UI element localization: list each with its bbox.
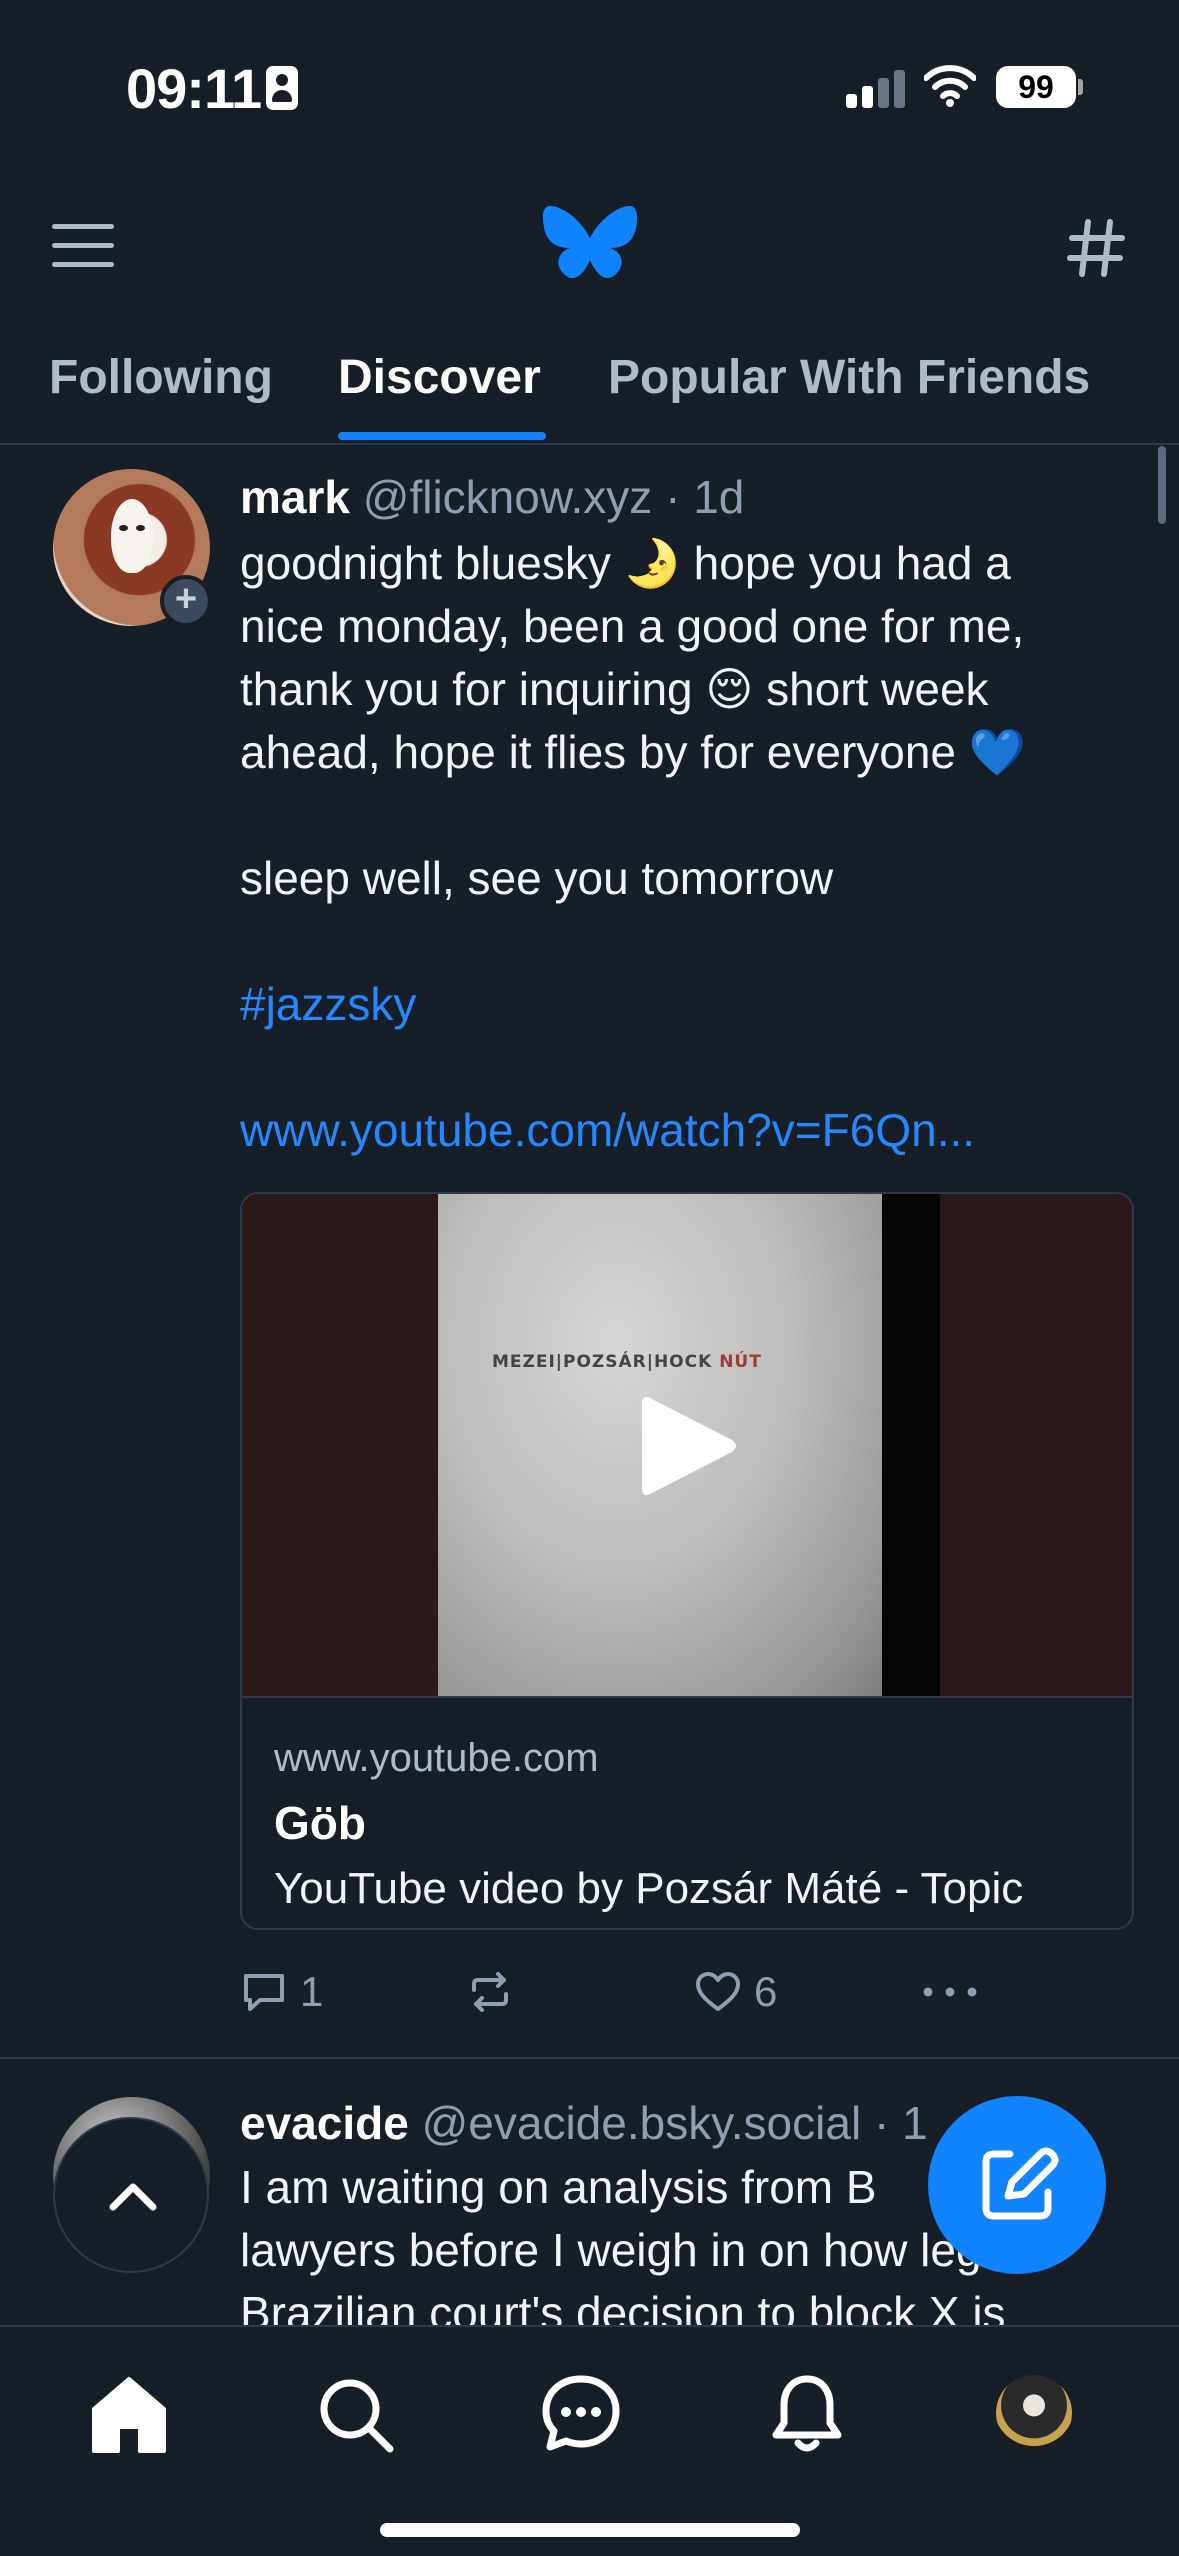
tab-following[interactable]: Following: [49, 350, 273, 405]
comment-icon: [244, 1974, 284, 2011]
home-icon[interactable]: [84, 2369, 174, 2459]
album-cover-stripe: [882, 1194, 940, 1696]
like-count: 6: [754, 1968, 778, 2015]
contact-card-icon: [266, 66, 298, 110]
album-cover-text: MEZEI|POZSÁR|HOCK NÚT: [492, 1352, 762, 1372]
post-header: evacide @evacide.bsky.social · 1: [240, 2096, 928, 2150]
post-actions: 1 6: [240, 1962, 1120, 2022]
bottom-navigation: [0, 2325, 1179, 2556]
scroll-to-top-button[interactable]: [53, 2117, 209, 2273]
tab-discover[interactable]: Discover: [338, 350, 541, 405]
embed-details: www.youtube.com Göb YouTube video by Poz…: [242, 1696, 1132, 1928]
url-link[interactable]: www.youtube.com/watch?v=F6Qn...: [240, 1099, 1120, 1162]
album-title: NÚT: [719, 1352, 762, 1372]
chat-icon[interactable]: [536, 2369, 626, 2459]
post-handle[interactable]: @evacide.bsky.social: [422, 2097, 862, 2149]
butterfly-logo[interactable]: [542, 204, 638, 286]
link-embed-card[interactable]: MEZEI|POZSÁR|HOCK NÚT www.youtube.com Gö…: [240, 1192, 1134, 1930]
post-text-line: sleep well, see you tomorrow: [240, 852, 834, 904]
post-text-line: thank you for inquiring 😌 short week: [240, 663, 989, 715]
active-tab-indicator: [338, 432, 546, 440]
repost-icon: [472, 1972, 508, 2012]
post-header: mark @flicknow.xyz · 1d: [240, 470, 744, 524]
search-icon[interactable]: [310, 2369, 400, 2459]
cellular-signal-icon: [846, 70, 906, 108]
heart-icon: [696, 1972, 740, 2011]
more-options-button[interactable]: [920, 1962, 980, 2022]
post-text-line: ahead, hope it flies by for everyone 💙: [240, 726, 1027, 778]
battery-indicator: 99: [996, 66, 1076, 108]
embed-domain: www.youtube.com: [274, 1736, 599, 1780]
reply-button[interactable]: 1: [240, 1962, 323, 2022]
scrollbar-thumb[interactable]: [1158, 446, 1166, 524]
repost-button[interactable]: [466, 1962, 514, 2022]
status-time: 09:11: [126, 57, 262, 120]
tab-popular-with-friends[interactable]: Popular With Friends: [608, 350, 1090, 405]
avatar-image: [111, 499, 153, 573]
post-handle[interactable]: @flicknow.xyz: [363, 471, 653, 523]
post-author[interactable]: mark: [240, 471, 350, 523]
post-age[interactable]: 1: [902, 2097, 928, 2149]
post-age[interactable]: 1d: [693, 471, 744, 523]
app-screen: 09:11 99 Following Discover Popular With…: [0, 0, 1179, 2556]
reply-count: 1: [300, 1968, 324, 2015]
wifi-icon: [924, 65, 976, 107]
profile-avatar[interactable]: [996, 2375, 1072, 2451]
post-text-line: goodnight bluesky 🌛 hope you had a: [240, 537, 1011, 589]
meta-separator: ·: [665, 471, 681, 523]
ellipsis-icon: [923, 1987, 977, 1997]
post-text-line: Brazilian court's decision to block X is: [240, 2287, 1006, 2326]
meta-separator: ·: [873, 2097, 890, 2149]
hamburger-icon[interactable]: [52, 222, 116, 270]
hashtag-link[interactable]: #jazzsky: [240, 973, 1120, 1036]
post-author[interactable]: evacide: [240, 2097, 409, 2149]
compose-icon: [982, 2147, 1059, 2220]
post-divider: [0, 2057, 1179, 2059]
video-thumbnail[interactable]: MEZEI|POZSÁR|HOCK NÚT: [242, 1194, 1132, 1696]
hash-icon[interactable]: [1066, 218, 1126, 278]
bell-icon[interactable]: [762, 2369, 852, 2459]
embed-description: YouTube video by Pozsár Máté - Topic: [274, 1864, 1024, 1913]
embed-title: Göb: [274, 1797, 366, 1849]
feed-tabs: Following Discover Popular With Friends: [0, 340, 1179, 445]
play-icon[interactable]: [636, 1390, 740, 1502]
like-button[interactable]: 6: [694, 1962, 777, 2022]
home-indicator: [380, 2523, 800, 2537]
chevron-up-icon: [109, 2183, 157, 2211]
follow-plus-button[interactable]: +: [160, 575, 212, 627]
album-artists: MEZEI|POZSÁR|HOCK: [492, 1352, 713, 1372]
status-bar: 09:11 99: [0, 0, 1179, 175]
battery-tip: [1078, 79, 1083, 95]
post-text-line: nice monday, been a good one for me,: [240, 600, 1025, 652]
compose-button[interactable]: [928, 2096, 1106, 2274]
